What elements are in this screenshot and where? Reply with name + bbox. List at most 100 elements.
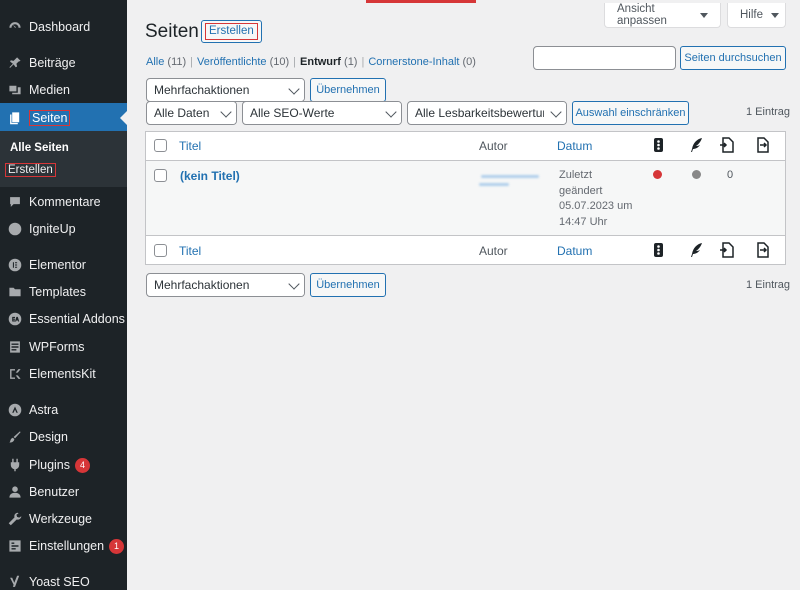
screen-options-label: Ansicht anpassen — [617, 3, 667, 27]
readability-icon[interactable] — [689, 242, 704, 258]
menu-label: Kommentare — [29, 195, 101, 209]
active-arrow — [120, 111, 127, 125]
menu-label: Dashboard — [29, 20, 91, 34]
select-value: Mehrfachaktionen — [154, 83, 250, 97]
elementor-icon — [8, 258, 22, 272]
ea-icon — [8, 312, 22, 326]
seo-filter-select[interactable]: Alle SEO-Werte — [242, 101, 402, 125]
menu-media[interactable]: Medien — [0, 75, 127, 105]
menu-label: WPForms — [29, 340, 85, 354]
help-button[interactable]: Hilfe — [727, 3, 786, 28]
menu-label: Templates — [29, 285, 86, 299]
igniteup-icon — [8, 222, 22, 236]
select-all-checkbox[interactable] — [154, 244, 167, 257]
incoming-links-icon[interactable] — [754, 137, 769, 153]
author-redacted — [479, 173, 541, 195]
menu-plugins[interactable]: Plugins 4 — [0, 450, 127, 480]
menu-templates[interactable]: Templates — [0, 277, 127, 307]
dashboard-icon — [8, 20, 22, 34]
submenu-create[interactable]: Erstellen — [5, 163, 56, 177]
view-draft[interactable]: Entwurf — [300, 56, 341, 68]
add-new-label: Erstellen — [205, 23, 258, 40]
apply-button[interactable]: Übernehmen — [310, 78, 386, 102]
outgoing-links-icon[interactable] — [719, 242, 734, 258]
seo-score-icon[interactable] — [651, 137, 666, 153]
readability-score-dot — [692, 170, 701, 179]
incoming-links-icon[interactable] — [754, 242, 769, 258]
brush-icon — [8, 430, 22, 444]
menu-users[interactable]: Benutzer — [0, 477, 127, 507]
apply-button-bottom[interactable]: Übernehmen — [310, 273, 386, 297]
outgoing-links-icon[interactable] — [719, 137, 734, 153]
page-title: Seiten — [145, 21, 199, 42]
bulk-action-select-bottom[interactable]: Mehrfachaktionen — [146, 273, 305, 297]
count: (11) — [167, 56, 187, 68]
pin-icon — [8, 56, 22, 70]
menu-label: Astra — [29, 403, 59, 417]
menu-wpforms[interactable]: WPForms — [0, 332, 127, 362]
admin-sidebar: Dashboard Beiträge Medien Seiten Alle Se… — [0, 0, 127, 590]
screen-options-button[interactable]: Ansicht anpassen — [604, 3, 721, 28]
menu-label: IgniteUp — [29, 222, 76, 236]
menu-comments[interactable]: Kommentare — [0, 187, 127, 217]
menu-essential-addons[interactable]: Essential Addons — [0, 304, 127, 334]
view-cornerstone[interactable]: Cornerstone-Inhalt — [368, 56, 459, 68]
update-count-badge: 4 — [75, 457, 90, 473]
pages-table: Titel Autor Datum (kein Titel) Zuletzt g… — [145, 131, 786, 265]
menu-design[interactable]: Design — [0, 422, 127, 452]
menu-label: Essential Addons — [29, 312, 125, 326]
select-all-checkbox[interactable] — [154, 139, 167, 152]
menu-elementskit[interactable]: ElementsKit — [0, 359, 127, 389]
view-all[interactable]: Alle — [146, 56, 164, 68]
help-label: Hilfe — [740, 9, 764, 21]
date-filter-select[interactable]: Alle Daten — [146, 101, 237, 125]
menu-label: Beiträge — [29, 56, 76, 70]
menu-label: Design — [29, 430, 68, 444]
menu-yoast[interactable]: Yoast SEO — [0, 567, 127, 590]
elementskit-icon — [8, 367, 22, 381]
menu-tools[interactable]: Werkzeuge — [0, 504, 127, 534]
menu-igniteup[interactable]: IgniteUp — [0, 214, 127, 244]
link-count: 0 — [727, 169, 734, 181]
column-author: Autor — [479, 139, 508, 153]
caret-down-icon — [700, 12, 708, 18]
menu-label: ElementsKit — [29, 367, 96, 381]
menu-pages[interactable]: Seiten — [0, 103, 127, 133]
search-button[interactable]: Seiten durchsuchen — [680, 46, 786, 70]
column-date[interactable]: Datum — [557, 139, 592, 153]
menu-elementor[interactable]: Elementor — [0, 250, 127, 280]
yoast-icon — [8, 575, 22, 589]
media-icon — [8, 83, 22, 97]
menu-label: Werkzeuge — [29, 512, 92, 526]
pages-submenu: Alle Seiten Erstellen — [0, 131, 127, 187]
filter-button[interactable]: Auswahl einschränken — [572, 101, 689, 125]
bulk-action-select[interactable]: Mehrfachaktionen — [146, 78, 305, 102]
item-count: 1 Eintrag — [746, 279, 791, 291]
readability-filter-select[interactable]: Alle Lesbarkeitsbewertungen — [407, 101, 567, 125]
readability-icon[interactable] — [689, 137, 704, 153]
view-published[interactable]: Veröffentlichte — [197, 56, 267, 68]
seo-score-icon[interactable] — [651, 242, 666, 258]
pages-icon — [8, 111, 22, 125]
select-value: Mehrfachaktionen — [154, 278, 250, 292]
select-value: Alle Daten — [154, 106, 210, 120]
menu-dashboard[interactable]: Dashboard — [0, 12, 127, 42]
menu-label: Elementor — [29, 258, 86, 272]
column-title[interactable]: Titel — [179, 244, 201, 258]
submenu-all-pages[interactable]: Alle Seiten — [10, 142, 69, 154]
user-icon — [8, 485, 22, 499]
add-new-button[interactable]: Erstellen — [201, 20, 262, 43]
column-date[interactable]: Datum — [557, 244, 592, 258]
search-input[interactable] — [533, 46, 676, 70]
row-title-link[interactable]: (kein Titel) — [180, 169, 240, 183]
menu-label: Plugins — [29, 458, 70, 472]
row-checkbox[interactable] — [154, 169, 167, 182]
plugin-icon — [8, 458, 22, 472]
forms-icon — [8, 340, 22, 354]
menu-settings[interactable]: Einstellungen 1 — [0, 531, 127, 561]
column-title[interactable]: Titel — [179, 139, 201, 153]
menu-label: Yoast SEO — [29, 575, 90, 589]
menu-label: Benutzer — [29, 485, 80, 499]
menu-astra[interactable]: Astra — [0, 395, 127, 425]
menu-posts[interactable]: Beiträge — [0, 48, 127, 78]
